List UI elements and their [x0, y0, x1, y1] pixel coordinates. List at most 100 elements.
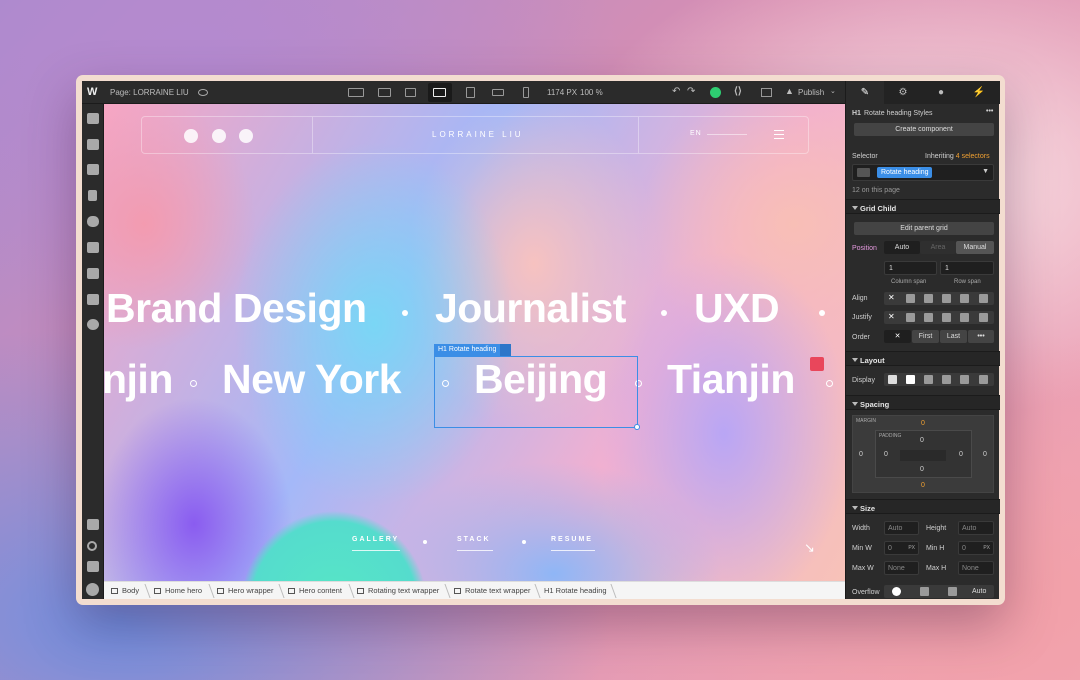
tasks-check-icon[interactable]: [87, 519, 99, 530]
selector-tag[interactable]: Rotate heading: [877, 167, 933, 178]
hero-word[interactable]: UXD: [694, 285, 780, 332]
display-inline-block-icon[interactable]: [942, 375, 951, 384]
style-brush-icon[interactable]: ✎: [846, 81, 884, 104]
create-component-button[interactable]: Create component: [854, 123, 994, 136]
city-word[interactable]: Tianjin: [667, 356, 795, 403]
breadcrumb-home-hero[interactable]: Home hero: [154, 586, 202, 595]
webflow-logo[interactable]: W: [87, 86, 97, 98]
video-icon[interactable]: [87, 561, 99, 572]
min-height-unit[interactable]: PX: [983, 545, 990, 551]
instagram-icon[interactable]: [239, 129, 253, 143]
align-controls[interactable]: ✕: [884, 292, 994, 305]
breadcrumb-rotate-text-wrapper[interactable]: Rotate text wrapper: [454, 586, 530, 595]
max-width-input[interactable]: None: [884, 561, 919, 575]
checkmark-status-icon[interactable]: [710, 87, 721, 98]
city-word[interactable]: njin: [104, 356, 173, 403]
desktop-small-icon[interactable]: [405, 88, 416, 97]
code-icon[interactable]: ⟨⟩: [734, 86, 742, 97]
height-input[interactable]: Auto: [958, 521, 994, 535]
order-last[interactable]: Last: [940, 330, 967, 343]
justify-start-icon[interactable]: [906, 313, 915, 322]
publish-button[interactable]: Publish: [798, 88, 824, 97]
dribbble-icon[interactable]: [184, 129, 198, 143]
help-icon[interactable]: [86, 583, 99, 596]
selection-label[interactable]: H1 Rotate heading: [434, 344, 501, 356]
min-height-input[interactable]: 0 PX: [958, 541, 994, 555]
language-switch[interactable]: EN: [690, 130, 702, 137]
width-input[interactable]: Auto: [884, 521, 919, 535]
selection-gear-icon[interactable]: [500, 344, 511, 356]
arrow-down-right-icon[interactable]: ↘: [804, 540, 815, 556]
element-settings-gear-icon[interactable]: ⚙: [884, 81, 922, 104]
inheriting-count[interactable]: 4 selectors: [956, 153, 990, 160]
nav-gallery[interactable]: GALLERY: [352, 536, 399, 543]
site-brand[interactable]: LORRAINE LIU: [432, 130, 524, 139]
section-spacing[interactable]: Spacing: [846, 395, 1000, 410]
redo-icon[interactable]: ↷: [687, 86, 695, 97]
position-area[interactable]: Area: [920, 241, 956, 254]
align-baseline-icon[interactable]: [979, 294, 988, 303]
min-width-input[interactable]: 0 PX: [884, 541, 919, 555]
ecommerce-cart-icon[interactable]: [87, 268, 99, 279]
align-center-icon[interactable]: [924, 294, 933, 303]
breadcrumb-body[interactable]: Body: [111, 586, 139, 595]
justify-center-icon[interactable]: [924, 313, 933, 322]
chevron-down-icon[interactable]: ⌄: [830, 87, 836, 95]
order-first[interactable]: First: [912, 330, 939, 343]
column-span-input[interactable]: 1: [884, 261, 937, 275]
section-grid-child[interactable]: Grid Child: [846, 199, 1000, 214]
position-auto[interactable]: Auto: [884, 241, 920, 254]
linkedin-icon[interactable]: [212, 129, 226, 143]
justify-none-icon[interactable]: ✕: [888, 312, 897, 321]
display-none-icon[interactable]: [979, 375, 988, 384]
align-end-icon[interactable]: [942, 294, 951, 303]
order-none[interactable]: ✕: [884, 330, 911, 343]
selector-field[interactable]: Rotate heading ▼: [852, 164, 994, 181]
export-icon[interactable]: [761, 88, 772, 97]
nav-stack[interactable]: STACK: [457, 536, 491, 543]
search-icon[interactable]: [87, 541, 97, 551]
pages-icon[interactable]: [88, 190, 97, 201]
symbols-icon[interactable]: [87, 139, 99, 150]
breadcrumb-hero-wrapper[interactable]: Hero wrapper: [217, 586, 273, 595]
desktop-icon[interactable]: [378, 88, 391, 97]
add-element-icon[interactable]: [87, 113, 99, 124]
padding-right[interactable]: 0: [959, 451, 963, 458]
overflow-auto[interactable]: Auto: [972, 588, 986, 595]
breadcrumb-hero-content[interactable]: Hero content: [288, 586, 342, 595]
desktop-large-icon[interactable]: [348, 88, 364, 97]
display-block-icon[interactable]: [888, 375, 897, 384]
page-selector[interactable]: Page: LORRAINE LIU: [110, 88, 189, 97]
display-inline-icon[interactable]: [960, 375, 969, 384]
mobile-landscape-icon[interactable]: [492, 89, 504, 96]
menu-icon[interactable]: [774, 130, 784, 131]
justify-stretch-icon[interactable]: [960, 313, 969, 322]
eye-icon[interactable]: [198, 89, 208, 96]
mobile-portrait-icon[interactable]: [523, 87, 529, 98]
breadcrumb-rotate-heading[interactable]: H1 Rotate heading: [544, 586, 607, 595]
section-size[interactable]: Size: [846, 499, 1000, 514]
undo-icon[interactable]: ↶: [672, 86, 680, 97]
interaction-badge-icon[interactable]: [810, 357, 824, 371]
breadcrumb-rotating-text-wrapper[interactable]: Rotating text wrapper: [357, 586, 439, 595]
padding-top[interactable]: 0: [920, 437, 924, 444]
cms-icon[interactable]: [87, 216, 99, 227]
display-flex-icon[interactable]: [906, 375, 915, 384]
section-layout[interactable]: Layout: [846, 351, 1000, 366]
interactions-bolt-icon[interactable]: ⚡: [960, 81, 998, 104]
design-canvas[interactable]: LORRAINE LIU EN Brand Design Journalist …: [104, 104, 845, 581]
hero-word-selected[interactable]: Journalist: [435, 285, 626, 332]
overflow-controls[interactable]: Auto: [884, 585, 994, 598]
hero-word[interactable]: Brand Design: [106, 285, 367, 332]
display-controls[interactable]: [884, 373, 994, 386]
more-options-icon[interactable]: •••: [986, 108, 993, 115]
resize-handle[interactable]: [634, 424, 640, 430]
overflow-hidden-icon[interactable]: [920, 587, 929, 596]
align-none-icon[interactable]: ✕: [888, 293, 897, 302]
tablet-icon[interactable]: [466, 87, 475, 98]
users-icon[interactable]: [87, 242, 99, 253]
overflow-scroll-icon[interactable]: [948, 587, 957, 596]
align-stretch-icon[interactable]: [960, 294, 969, 303]
justify-controls[interactable]: ✕: [884, 311, 994, 324]
align-start-icon[interactable]: [906, 294, 915, 303]
